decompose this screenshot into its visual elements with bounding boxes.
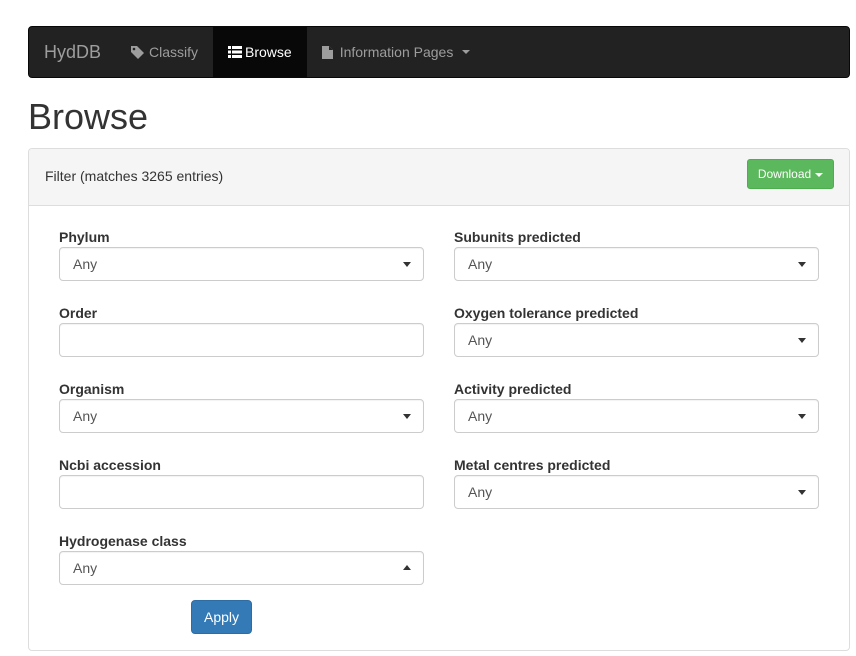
- hydrogenase-class-select[interactable]: Any: [59, 551, 424, 585]
- nav-information-pages-label: Information Pages: [339, 44, 454, 60]
- organism-select[interactable]: Any: [59, 399, 424, 433]
- nav-browse-label: Browse: [245, 44, 292, 60]
- filter-match-count: Filter (matches 3265 entries): [45, 168, 224, 184]
- list-icon: [228, 46, 243, 58]
- filter-panel: Filter (matches 3265 entries) Download P…: [28, 148, 850, 651]
- hydrogenase-class-field: Hydrogenase class Any: [59, 532, 424, 585]
- phylum-field: Phylum Any: [59, 228, 424, 281]
- order-label: Order: [59, 305, 98, 321]
- phylum-label: Phylum: [59, 229, 110, 245]
- chevron-down-icon: [798, 490, 806, 495]
- top-navbar: HydDB Classify Browse Information Pages: [28, 26, 850, 78]
- filter-panel-heading: Filter (matches 3265 entries) Download: [29, 149, 849, 206]
- nav-classify[interactable]: Classify: [115, 27, 213, 77]
- tag-icon: [131, 46, 144, 59]
- phylum-select-value: Any: [73, 256, 98, 272]
- activity-predicted-select[interactable]: Any: [454, 399, 819, 433]
- metal-centres-label: Metal centres predicted: [454, 457, 611, 473]
- download-button-label: Download: [757, 167, 812, 181]
- oxygen-tolerance-select[interactable]: Any: [454, 323, 819, 357]
- subunits-predicted-select[interactable]: Any: [454, 247, 819, 281]
- chevron-down-icon: [403, 262, 411, 267]
- chevron-down-icon: [462, 50, 471, 54]
- download-button[interactable]: Download: [747, 159, 834, 189]
- file-icon: [321, 45, 333, 59]
- page-title: Browse: [28, 96, 149, 137]
- chevron-up-icon: [403, 565, 411, 570]
- oxygen-tolerance-select-value: Any: [468, 332, 493, 348]
- caret-down-icon: [815, 172, 824, 177]
- nav-classify-label: Classify: [149, 44, 199, 60]
- activity-predicted-select-value: Any: [468, 408, 493, 424]
- chevron-down-icon: [403, 414, 411, 419]
- brand-link[interactable]: HydDB: [29, 27, 115, 77]
- order-field: Order: [59, 304, 424, 357]
- metal-centres-select[interactable]: Any: [454, 475, 819, 509]
- oxygen-tolerance-field: Oxygen tolerance predicted Any: [454, 304, 819, 357]
- metal-centres-field: Metal centres predicted Any: [454, 456, 819, 509]
- subunits-predicted-select-value: Any: [468, 256, 493, 272]
- activity-predicted-label: Activity predicted: [454, 381, 572, 397]
- ncbi-accession-input[interactable]: [59, 475, 424, 509]
- ncbi-accession-field: Ncbi accession: [59, 456, 424, 509]
- order-input[interactable]: [59, 323, 424, 357]
- chevron-down-icon: [798, 338, 806, 343]
- hydrogenase-class-label: Hydrogenase class: [59, 533, 187, 549]
- oxygen-tolerance-label: Oxygen tolerance predicted: [454, 305, 639, 321]
- activity-predicted-field: Activity predicted Any: [454, 380, 819, 433]
- metal-centres-select-value: Any: [468, 484, 493, 500]
- chevron-down-icon: [798, 414, 806, 419]
- apply-button[interactable]: Apply: [191, 600, 252, 634]
- phylum-select[interactable]: Any: [59, 247, 424, 281]
- organism-field: Organism Any: [59, 380, 424, 433]
- nav-information-pages[interactable]: Information Pages: [307, 27, 486, 77]
- organism-label: Organism: [59, 381, 125, 397]
- nav-browse[interactable]: Browse: [213, 27, 307, 77]
- hydrogenase-class-select-value: Any: [73, 560, 98, 576]
- organism-select-value: Any: [73, 408, 98, 424]
- subunits-predicted-label: Subunits predicted: [454, 229, 581, 245]
- chevron-down-icon: [798, 262, 806, 267]
- subunits-predicted-field: Subunits predicted Any: [454, 228, 819, 281]
- ncbi-accession-label: Ncbi accession: [59, 457, 161, 473]
